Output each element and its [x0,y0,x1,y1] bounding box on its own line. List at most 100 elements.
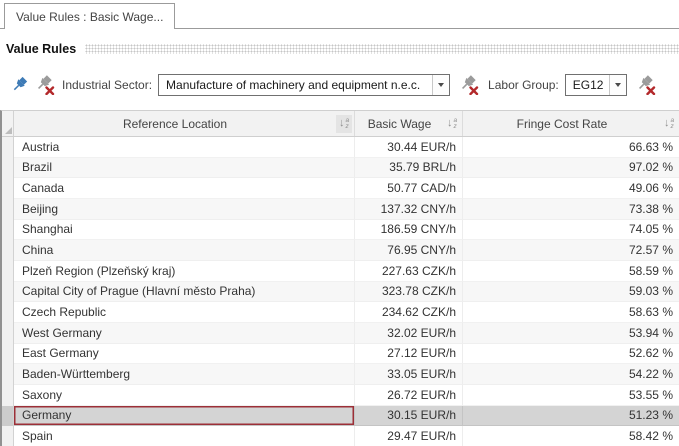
pushpin-clear-icon [459,75,479,95]
cell-basic-wage[interactable]: 76.95 CNY/h [355,240,463,261]
cell-basic-wage[interactable]: 33.05 EUR/h [355,364,463,385]
column-header-reference-location[interactable]: Reference Location ↓ az [14,111,355,136]
cell-fringe-cost-rate[interactable]: 52.62 % [463,344,679,365]
cell-fringe-cost-rate[interactable]: 73.38 % [463,199,679,220]
row-header[interactable] [2,137,14,158]
table-row[interactable]: Shanghai 186.59 CNY/h 74.05 % [2,220,679,241]
cell-reference-location[interactable]: Baden-Württemberg [14,364,355,385]
cell-reference-location[interactable]: Brazil [14,158,355,179]
industrial-sector-dropdown-button[interactable] [432,75,449,95]
cell-basic-wage[interactable]: 30.44 EUR/h [355,137,463,158]
industrial-sector-combobox[interactable]: Manufacture of machinery and equipment n… [158,74,450,96]
cell-basic-wage[interactable]: 35.79 BRL/h [355,158,463,179]
cell-fringe-cost-rate[interactable]: 54.22 % [463,364,679,385]
labor-group-value: EG12 [566,75,609,95]
labor-group-dropdown-button[interactable] [609,75,626,95]
row-header[interactable] [2,323,14,344]
cell-fringe-cost-rate[interactable]: 58.59 % [463,261,679,282]
cell-basic-wage[interactable]: 32.02 EUR/h [355,323,463,344]
row-header[interactable] [2,302,14,323]
cell-fringe-cost-rate[interactable]: 58.42 % [463,426,679,446]
cell-fringe-cost-rate[interactable]: 58.63 % [463,302,679,323]
table-row[interactable]: Plzeň Region (Plzeňský kraj) 227.63 CZK/… [2,261,679,282]
cell-basic-wage[interactable]: 186.59 CNY/h [355,220,463,241]
row-header[interactable] [2,406,14,427]
sort-ascending-icon[interactable]: ↓ az [661,115,677,133]
industrial-sector-value: Manufacture of machinery and equipment n… [159,75,432,95]
section-header: Value Rules [0,40,679,57]
cell-fringe-cost-rate[interactable]: 53.55 % [463,385,679,406]
table-row[interactable]: Germany 30.15 EUR/h 51.23 % [2,406,679,427]
row-header[interactable] [2,261,14,282]
cell-basic-wage[interactable]: 227.63 CZK/h [355,261,463,282]
grid-body: Austria 30.44 EUR/h 66.63 % Brazil 35.79… [2,137,679,446]
row-header[interactable] [2,364,14,385]
document-tabstrip: Value Rules : Basic Wage... [0,0,679,29]
column-header-basic-wage[interactable]: Basic Wage ↓ az [355,111,463,136]
cell-reference-location[interactable]: Saxony [14,385,355,406]
row-header[interactable] [2,385,14,406]
table-row[interactable]: Capital City of Prague (Hlavní město Pra… [2,282,679,303]
cell-reference-location[interactable]: Austria [14,137,355,158]
labor-group-combobox[interactable]: EG12 [565,74,627,96]
grid-corner-cell[interactable] [2,111,14,136]
cell-basic-wage[interactable]: 50.77 CAD/h [355,178,463,199]
cell-reference-location[interactable]: Beijing [14,199,355,220]
clear-industrial-sector-filter-button[interactable] [458,74,480,96]
table-row[interactable]: East Germany 27.12 EUR/h 52.62 % [2,344,679,365]
tab-value-rules-basic-wage[interactable]: Value Rules : Basic Wage... [4,3,175,29]
tab-title: Value Rules : Basic Wage... [16,10,163,24]
cell-fringe-cost-rate[interactable]: 74.05 % [463,220,679,241]
row-header[interactable] [2,282,14,303]
clear-pin-filter-button[interactable] [34,74,56,96]
table-row[interactable]: China 76.95 CNY/h 72.57 % [2,240,679,261]
cell-reference-location[interactable]: Czech Republic [14,302,355,323]
cell-basic-wage[interactable]: 26.72 EUR/h [355,385,463,406]
table-row[interactable]: Czech Republic 234.62 CZK/h 58.63 % [2,302,679,323]
sort-ascending-icon[interactable]: ↓ az [336,115,352,133]
cell-basic-wage[interactable]: 30.15 EUR/h [355,406,463,427]
cell-reference-location[interactable]: Germany [14,406,355,427]
cell-fringe-cost-rate[interactable]: 59.03 % [463,282,679,303]
cell-reference-location[interactable]: West Germany [14,323,355,344]
cell-reference-location[interactable]: China [14,240,355,261]
cell-fringe-cost-rate[interactable]: 49.06 % [463,178,679,199]
cell-basic-wage[interactable]: 234.62 CZK/h [355,302,463,323]
table-row[interactable]: Canada 50.77 CAD/h 49.06 % [2,178,679,199]
cell-reference-location[interactable]: Plzeň Region (Plzeňský kraj) [14,261,355,282]
cell-reference-location[interactable]: Capital City of Prague (Hlavní město Pra… [14,282,355,303]
table-row[interactable]: West Germany 32.02 EUR/h 53.94 % [2,323,679,344]
cell-reference-location[interactable]: Shanghai [14,220,355,241]
cell-basic-wage[interactable]: 27.12 EUR/h [355,344,463,365]
row-header[interactable] [2,344,14,365]
row-header[interactable] [2,199,14,220]
table-row[interactable]: Austria 30.44 EUR/h 66.63 % [2,137,679,158]
clear-labor-group-filter-button[interactable] [635,74,657,96]
cell-reference-location[interactable]: Canada [14,178,355,199]
row-header[interactable] [2,178,14,199]
sort-ascending-icon[interactable]: ↓ az [444,115,460,133]
cell-fringe-cost-rate[interactable]: 97.02 % [463,158,679,179]
column-header-fringe-cost-rate[interactable]: Fringe Cost Rate ↓ az [463,111,679,136]
cell-fringe-cost-rate[interactable]: 66.63 % [463,137,679,158]
chevron-down-icon [438,83,444,87]
cell-basic-wage[interactable]: 323.78 CZK/h [355,282,463,303]
row-header[interactable] [2,240,14,261]
row-header[interactable] [2,220,14,241]
table-row[interactable]: Spain 29.47 EUR/h 58.42 % [2,426,679,446]
pin-filter-button[interactable] [8,74,30,96]
cell-reference-location[interactable]: East Germany [14,344,355,365]
cell-fringe-cost-rate[interactable]: 53.94 % [463,323,679,344]
cell-basic-wage[interactable]: 137.32 CNY/h [355,199,463,220]
cell-fringe-cost-rate[interactable]: 72.57 % [463,240,679,261]
value-rules-grid: Reference Location ↓ az Basic Wage ↓ az … [0,110,679,446]
cell-basic-wage[interactable]: 29.47 EUR/h [355,426,463,446]
cell-fringe-cost-rate[interactable]: 51.23 % [463,406,679,427]
table-row[interactable]: Beijing 137.32 CNY/h 73.38 % [2,199,679,220]
cell-reference-location[interactable]: Spain [14,426,355,446]
row-header[interactable] [2,426,14,446]
table-row[interactable]: Saxony 26.72 EUR/h 53.55 % [2,385,679,406]
table-row[interactable]: Baden-Württemberg 33.05 EUR/h 54.22 % [2,364,679,385]
table-row[interactable]: Brazil 35.79 BRL/h 97.02 % [2,158,679,179]
row-header[interactable] [2,158,14,179]
